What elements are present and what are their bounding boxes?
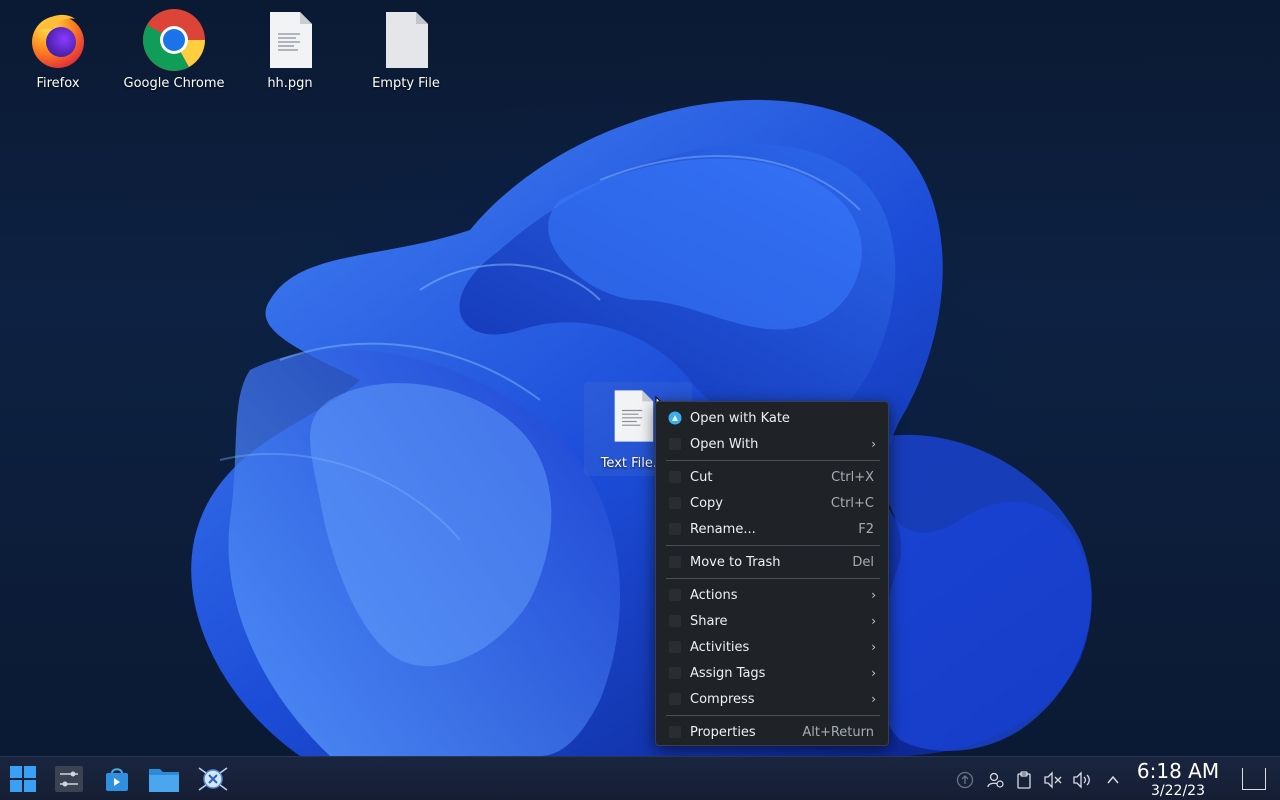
menu-item-open-with[interactable]: Open With › xyxy=(656,431,888,457)
menu-item-share[interactable]: Share › xyxy=(656,608,888,634)
menu-item-label: Assign Tags xyxy=(690,665,766,681)
chevron-right-icon: › xyxy=(871,692,876,706)
firefox-icon xyxy=(26,8,90,72)
system-settings-button[interactable] xyxy=(52,763,86,795)
kde-connect-icon xyxy=(198,767,228,791)
system-settings-icon xyxy=(55,766,83,792)
copy-icon xyxy=(668,496,682,510)
trash-icon xyxy=(668,555,682,569)
updates-icon xyxy=(956,771,974,789)
menu-separator xyxy=(666,460,880,461)
expand-tray-icon xyxy=(1107,775,1119,784)
menu-item-compress[interactable]: Compress › xyxy=(656,686,888,712)
menu-item-label: Activities xyxy=(690,639,750,655)
chevron-right-icon: › xyxy=(871,437,876,451)
show-desktop-icon xyxy=(1242,768,1266,790)
menu-item-cut[interactable]: Cut Ctrl+X xyxy=(656,464,888,490)
desktop-icon-hh-pgn[interactable]: hh.pgn xyxy=(235,8,345,91)
menu-item-shortcut: Del xyxy=(852,554,874,570)
properties-icon xyxy=(668,725,682,739)
microphone-muted-icon xyxy=(1044,771,1062,789)
chrome-icon xyxy=(142,8,206,72)
desktop-icon-label: Empty File xyxy=(372,76,440,91)
file-manager-button[interactable] xyxy=(147,763,181,795)
expand-tray-button[interactable] xyxy=(1102,769,1124,791)
chevron-right-icon: › xyxy=(871,614,876,628)
start-menu-icon xyxy=(10,766,36,792)
desktop-icon-label: hh.pgn xyxy=(267,76,313,91)
menu-item-label: Properties xyxy=(690,724,756,740)
menu-item-activities[interactable]: Activities › xyxy=(656,634,888,660)
activities-icon xyxy=(668,640,682,654)
menu-item-copy[interactable]: Copy Ctrl+C xyxy=(656,490,888,516)
clipboard-icon xyxy=(1017,771,1031,789)
menu-item-label: Actions xyxy=(690,587,738,603)
chevron-right-icon: › xyxy=(871,666,876,680)
desktop-icon-firefox[interactable]: Firefox xyxy=(3,8,113,91)
actions-icon xyxy=(668,588,682,602)
menu-item-label: Move to Trash xyxy=(690,554,781,570)
menu-separator xyxy=(666,578,880,579)
menu-item-rename[interactable]: Rename... F2 xyxy=(656,516,888,542)
menu-item-label: Open with Kate xyxy=(690,410,790,426)
clock-date: 3/22/23 xyxy=(1151,783,1205,799)
text-file-icon xyxy=(258,8,322,72)
menu-item-label: Cut xyxy=(690,469,713,485)
desktop-icon-label: Google Chrome xyxy=(123,76,225,91)
menu-item-label: Rename... xyxy=(690,521,756,537)
menu-item-shortcut: Ctrl+C xyxy=(830,495,874,511)
menu-item-assign-tags[interactable]: Assign Tags › xyxy=(656,660,888,686)
cut-icon xyxy=(668,470,682,484)
clock[interactable]: 6:18 AM 3/22/23 xyxy=(1132,759,1224,799)
desktop-icon-empty-file[interactable]: Empty File xyxy=(351,8,461,91)
discover-store-icon xyxy=(106,768,128,791)
tag-icon xyxy=(668,666,682,680)
menu-item-shortcut: Alt+Return xyxy=(802,724,874,740)
taskbar: 6:18 AM 3/22/23 xyxy=(0,756,1280,800)
desktop-icon-google-chrome[interactable]: Google Chrome xyxy=(119,8,229,91)
discover-store-button[interactable] xyxy=(100,763,134,795)
chevron-right-icon: › xyxy=(871,588,876,602)
rename-icon xyxy=(668,522,682,536)
desktop-icon-label: Firefox xyxy=(36,76,80,91)
menu-item-shortcut: Ctrl+X xyxy=(831,469,874,485)
kde-connect-button[interactable] xyxy=(196,763,230,795)
menu-item-label: Open With xyxy=(690,436,759,452)
context-menu: Open with Kate Open With › Cut Ctrl+X Co… xyxy=(655,401,889,746)
menu-item-label: Copy xyxy=(690,495,723,511)
empty-file-icon xyxy=(374,8,438,72)
clipboard-tray-button[interactable] xyxy=(1013,769,1035,791)
menu-item-properties[interactable]: Properties Alt+Return xyxy=(656,719,888,745)
start-menu-button[interactable] xyxy=(6,763,40,795)
menu-item-label: Share xyxy=(690,613,728,629)
menu-item-label: Compress xyxy=(690,691,755,707)
menu-item-actions[interactable]: Actions › xyxy=(656,582,888,608)
clock-time: 6:18 AM xyxy=(1136,759,1220,783)
user-tray-button[interactable] xyxy=(984,769,1006,791)
updates-tray-button[interactable] xyxy=(954,769,976,791)
menu-separator xyxy=(666,715,880,716)
menu-separator xyxy=(666,545,880,546)
volume-icon xyxy=(1073,771,1090,789)
user-icon xyxy=(987,772,1004,788)
show-desktop-button[interactable] xyxy=(1242,768,1266,790)
volume-tray-button[interactable] xyxy=(1072,769,1094,791)
desktop-wallpaper xyxy=(0,0,1280,756)
menu-item-shortcut: F2 xyxy=(858,521,874,537)
file-manager-icon xyxy=(149,769,179,792)
share-icon xyxy=(668,614,682,628)
menu-item-move-to-trash[interactable]: Move to Trash Del xyxy=(656,549,888,575)
open-with-icon xyxy=(668,437,682,451)
kate-icon xyxy=(668,411,682,425)
menu-item-open-with-kate[interactable]: Open with Kate xyxy=(656,405,888,431)
chevron-right-icon: › xyxy=(871,640,876,654)
archive-icon xyxy=(668,692,682,706)
microphone-tray-button[interactable] xyxy=(1042,769,1064,791)
